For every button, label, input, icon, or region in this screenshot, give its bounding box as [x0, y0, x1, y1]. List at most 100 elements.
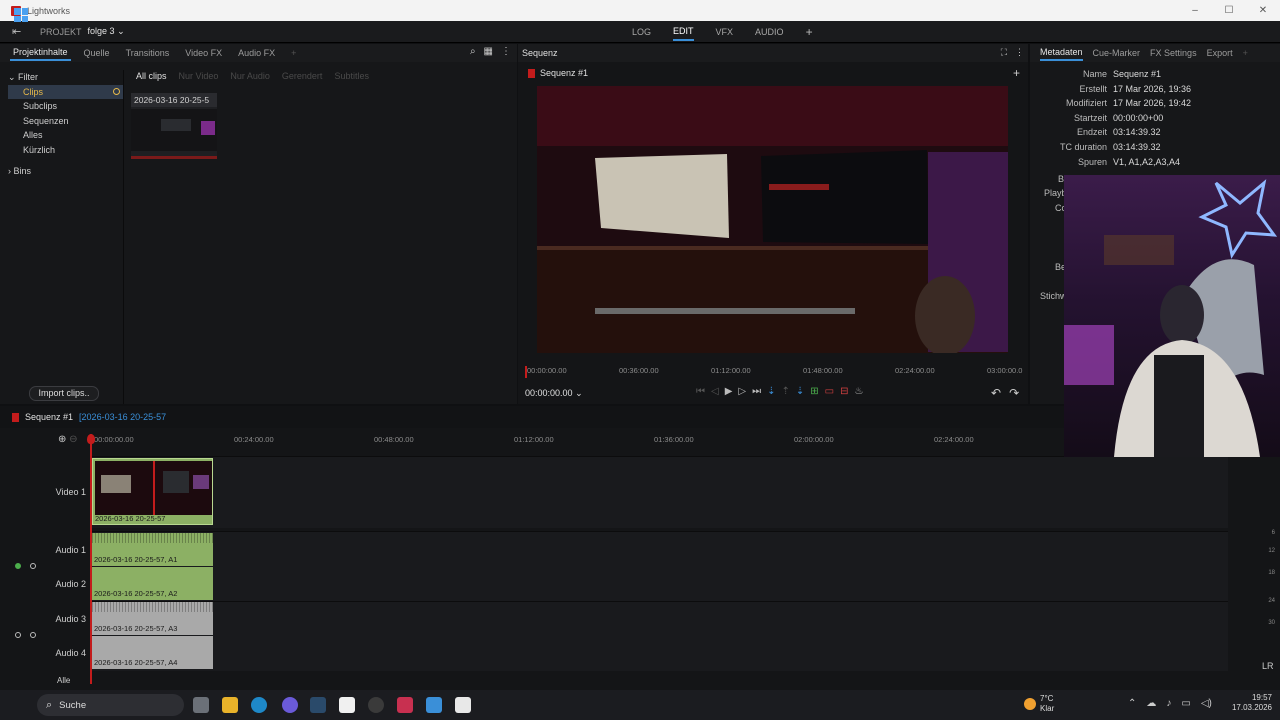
tab-projektinhalte[interactable]: Projektinhalte [10, 47, 71, 61]
undo-icon[interactable]: ↶ [991, 386, 1001, 400]
microphone-icon[interactable]: ♨ [855, 386, 864, 397]
bins-group[interactable]: › Bins [8, 164, 124, 179]
mark-out-icon[interactable]: ⇣ [796, 386, 804, 397]
project-name-dropdown[interactable]: folge 3 ⌄ [88, 26, 125, 37]
tab-quelle[interactable]: Quelle [81, 48, 113, 58]
tab-video-fx[interactable]: Video FX [182, 48, 225, 58]
fullscreen-icon[interactable]: ⛶ [1001, 47, 1007, 58]
add-tab-icon[interactable]: + [288, 48, 299, 58]
taskbar-clock[interactable]: 19:57 17.03.2026 [1228, 693, 1272, 713]
video-clip[interactable]: 2026-03-16 20-25-57 [92, 458, 213, 525]
maximize-button[interactable]: ☐ [1212, 0, 1246, 21]
timecode-dropdown[interactable]: 00:00:00.00 ⌄ [525, 388, 583, 399]
all-tracks-toggle[interactable]: Alle [57, 676, 70, 685]
tab-metadaten[interactable]: Metadaten [1040, 47, 1083, 61]
zoom-in-icon[interactable]: ⊕ [58, 434, 66, 445]
redo-icon[interactable]: ↷ [1009, 386, 1019, 400]
filter-group[interactable]: ⌄ Filter [8, 70, 124, 85]
tab-audio-fx[interactable]: Audio FX [235, 48, 278, 58]
insert-icon[interactable]: ⊞ [810, 386, 818, 397]
delete-icon[interactable]: ⊟ [840, 386, 848, 397]
audio-1-2-monitor-toggle[interactable] [15, 563, 21, 569]
tab-cue-marker[interactable]: Cue-Marker [1093, 48, 1141, 58]
mark-in-icon[interactable]: ⇣ [767, 386, 775, 397]
playhead-handle[interactable] [87, 434, 95, 444]
grid-view-icon[interactable]: ▦ [484, 46, 493, 57]
more-options-icon[interactable]: ⋮ [1015, 47, 1024, 58]
timeline-playhead[interactable] [87, 434, 95, 684]
network-icon[interactable]: ▭ [1181, 698, 1190, 709]
more-options-icon[interactable]: ⋮ [501, 46, 511, 57]
go-to-start-icon[interactable]: ⏮ [696, 386, 705, 397]
audio-clip-a1[interactable]: 2026-03-16 20-25-57, A1 [92, 533, 213, 566]
add-mode-icon[interactable]: + [806, 25, 813, 39]
weather-widget[interactable]: 7°C Klar [1024, 694, 1054, 714]
app-icon[interactable] [339, 697, 355, 713]
windows-start-icon[interactable] [14, 8, 28, 22]
minimize-button[interactable]: – [1178, 0, 1212, 21]
play-icon[interactable]: ▶ [725, 386, 733, 397]
track-label-audio-4[interactable]: Audio 4 [40, 648, 86, 658]
edge-browser-icon[interactable] [251, 697, 267, 713]
app-diamond-icon[interactable] [426, 697, 442, 713]
discord-icon[interactable] [282, 697, 298, 713]
tab-subtitles[interactable]: Subtitles [334, 71, 369, 81]
cloud-icon[interactable]: ☁ [1146, 698, 1156, 709]
timeline-clip-ref[interactable]: [2026-03-16 20-25-57 [79, 412, 166, 422]
steam-icon[interactable] [310, 697, 326, 713]
viewer-playhead[interactable] [525, 366, 527, 378]
audio-clip-a2[interactable]: 2026-03-16 20-25-57, A2 [92, 567, 213, 600]
tab-nur-video[interactable]: Nur Video [179, 71, 219, 81]
search-icon[interactable]: ⌕ [470, 46, 476, 57]
taskbar-search[interactable]: ⌕ Suche [37, 694, 184, 716]
tree-item-clips[interactable]: Clips [8, 84, 124, 100]
tab-gerendert[interactable]: Gerendert [282, 71, 323, 81]
tab-log[interactable]: LOG [632, 27, 651, 37]
clear-mark-icon[interactable]: ⇡ [782, 386, 790, 397]
track-label-audio-1[interactable]: Audio 1 [40, 545, 86, 555]
volume-icon[interactable]: ◁) [1201, 698, 1212, 709]
viewer-ruler[interactable]: 00:00:00.00 00:36:00.00 01:12:00.00 01:4… [523, 364, 1023, 378]
audio-clip-a4[interactable]: 2026-03-16 20-25-57, A4 [92, 636, 213, 669]
viewer-tab[interactable]: Sequenz [522, 48, 558, 58]
track-label-video-1[interactable]: Video 1 [40, 487, 86, 497]
audio-clip-a3[interactable]: 2026-03-16 20-25-57, A3 [92, 602, 213, 635]
video-preview[interactable] [537, 86, 1008, 353]
add-viewer-icon[interactable]: + [1013, 66, 1020, 80]
import-clips-button[interactable]: Import clips.. [29, 386, 99, 401]
chevron-up-icon[interactable]: ⌃ [1128, 698, 1136, 709]
clip-card[interactable]: 2026-03-16 20-25-5 [131, 93, 217, 159]
file-explorer-icon[interactable] [222, 697, 238, 713]
replace-icon[interactable]: ▭ [825, 386, 834, 397]
tree-item-alles[interactable]: Alles [8, 128, 124, 143]
audio-3-4-solo-toggle[interactable] [30, 632, 36, 638]
tree-item-subclips[interactable]: Subclips [8, 99, 124, 114]
timeline-ruler[interactable]: 00:00:00.00 00:24:00.00 00:48:00.00 01:1… [90, 433, 1230, 447]
track-label-audio-2[interactable]: Audio 2 [40, 579, 86, 589]
tab-nur-audio[interactable]: Nur Audio [230, 71, 270, 81]
step-forward-icon[interactable]: ▷ [738, 386, 746, 397]
app-pin-icon[interactable] [397, 697, 413, 713]
app-window-icon[interactable] [455, 697, 471, 713]
zoom-out-icon[interactable]: ⊖ [69, 434, 77, 445]
tab-all-clips[interactable]: All clips [136, 71, 167, 81]
microphone-icon[interactable]: ♪ [1166, 698, 1171, 709]
tab-vfx[interactable]: VFX [716, 27, 734, 37]
audio-3-4-monitor-toggle[interactable] [15, 632, 21, 638]
tree-item-kuerzlich[interactable]: Kürzlich [8, 143, 124, 158]
go-to-end-icon[interactable]: ⏭ [752, 386, 761, 397]
tree-item-sequenzen[interactable]: Sequenzen [8, 114, 124, 129]
tab-fx-settings[interactable]: FX Settings [1150, 48, 1197, 58]
add-tab-icon[interactable]: + [1243, 48, 1248, 58]
tab-export[interactable]: Export [1207, 48, 1233, 58]
audio-1-2-solo-toggle[interactable] [30, 563, 36, 569]
tab-transitions[interactable]: Transitions [123, 48, 173, 58]
task-view-icon[interactable] [193, 697, 209, 713]
obs-icon[interactable] [368, 697, 384, 713]
exit-project-icon[interactable]: ⇤ [12, 25, 26, 38]
tab-edit[interactable]: EDIT [673, 26, 694, 41]
tab-audio[interactable]: AUDIO [755, 27, 784, 37]
step-back-icon[interactable]: ◁ [711, 386, 719, 397]
track-label-audio-3[interactable]: Audio 3 [40, 614, 86, 624]
close-button[interactable]: ✕ [1246, 0, 1280, 21]
